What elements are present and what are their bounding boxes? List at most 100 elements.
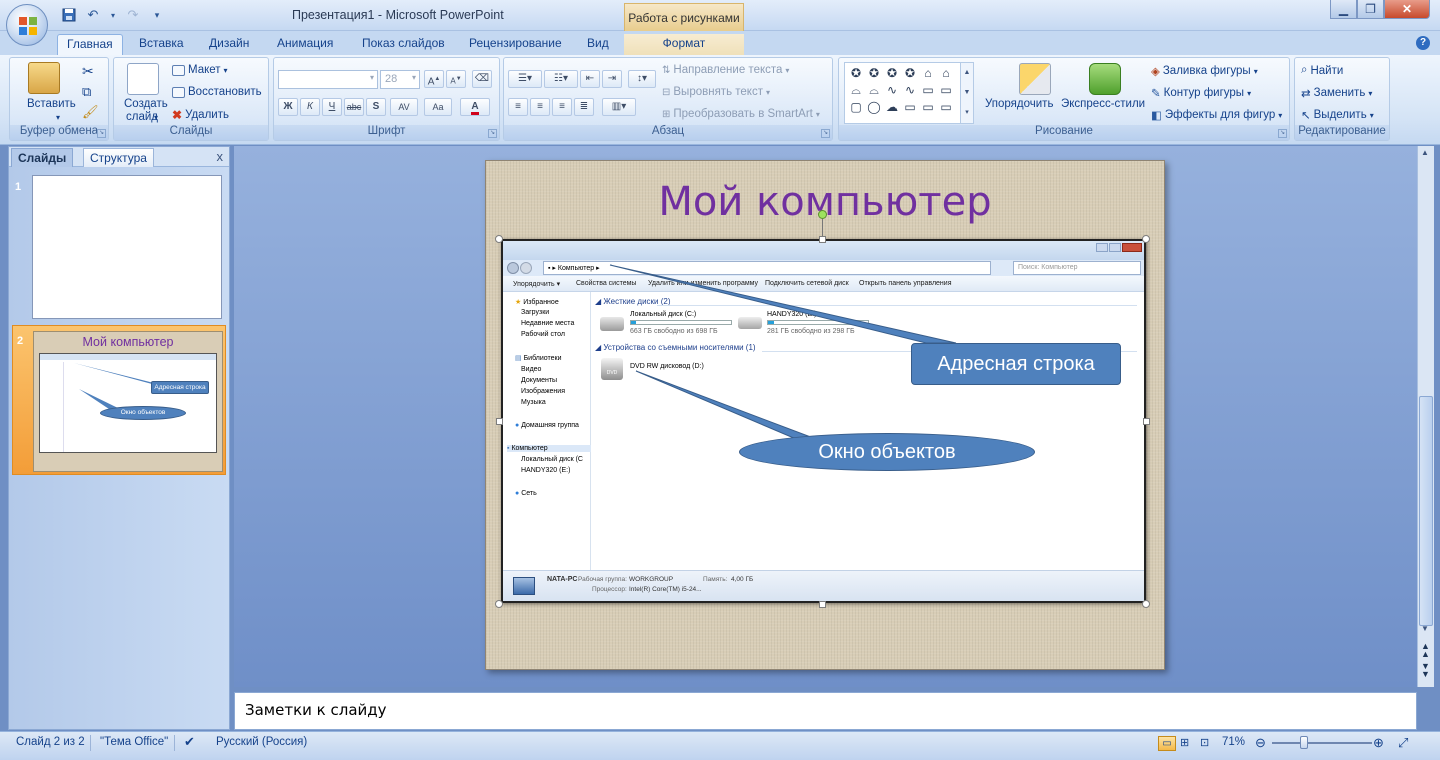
format-painter-icon[interactable]: 🖌 <box>82 104 99 120</box>
decrease-indent-icon[interactable]: ⇤ <box>580 70 600 88</box>
clipboard-launcher-icon[interactable]: ↘ <box>97 129 106 138</box>
vertical-scrollbar[interactable]: ▲ ▼ ▲ ▲ ▼ ▼ <box>1417 146 1434 687</box>
cut-icon[interactable]: ✂ <box>82 63 94 80</box>
notes-placeholder[interactable]: Заметки к слайду <box>245 701 387 719</box>
shapes-gallery[interactable]: ✪ ✪ ✪ ✪ ⌂ ⌂ ⌓ ⌓ ∿ ∿ ▭ ▭ ▢ ◯ ☁ ▭ ▭ ▭ ▲ ▼ ▾ <box>844 62 974 124</box>
tab-outline[interactable]: Структура <box>83 148 154 167</box>
paragraph-launcher-icon[interactable]: ↘ <box>821 129 830 138</box>
numbering-icon[interactable]: ☷▾ <box>544 70 578 88</box>
scroll-up-icon[interactable]: ▲ <box>1421 148 1429 157</box>
minimize-button[interactable]: ▁ <box>1330 0 1357 19</box>
callout-address-bar[interactable]: Адресная строка <box>911 343 1121 385</box>
zoom-in-icon[interactable]: ⊕ <box>1373 735 1384 751</box>
shape-scroll-icon[interactable]: ⌓ <box>865 82 883 99</box>
bullets-icon[interactable]: ☰▾ <box>508 70 542 88</box>
clear-formatting-icon[interactable]: ⌫ <box>472 70 492 88</box>
find-button[interactable]: ⌕ Найти <box>1301 64 1343 77</box>
tab-view[interactable]: Вид <box>578 34 618 56</box>
help-icon[interactable]: ? <box>1416 36 1430 50</box>
quick-styles-button[interactable]: Экспресс-стили <box>1061 98 1145 110</box>
quick-styles-icon[interactable] <box>1089 63 1121 95</box>
underline-button[interactable]: Ч <box>322 98 342 116</box>
shape-wave-icon[interactable]: ∿ <box>883 82 901 99</box>
shape-wave-icon[interactable]: ∿ <box>901 82 919 99</box>
slide-sorter-icon[interactable]: ⊞ <box>1180 736 1189 749</box>
shape-fill-button[interactable]: ◈ Заливка фигуры ▾ <box>1151 64 1258 78</box>
strikethrough-button[interactable]: abc <box>344 98 364 116</box>
justify-icon[interactable]: ≣ <box>574 98 594 116</box>
shape-callout-icon[interactable]: ▭ <box>919 82 937 99</box>
paste-dropdown-icon[interactable]: ▾ <box>56 113 60 122</box>
normal-view-icon[interactable]: ▭ <box>1158 736 1176 751</box>
new-slide-dropdown-icon[interactable]: ▾ <box>154 113 158 122</box>
shape-callout-icon[interactable]: ▭ <box>937 82 955 99</box>
scroll-down-icon[interactable]: ▼ <box>1421 624 1429 633</box>
slideshow-view-icon[interactable]: ⊡ <box>1200 736 1209 749</box>
tab-insert[interactable]: Вставка <box>130 34 193 56</box>
new-slide-icon[interactable] <box>127 63 159 95</box>
grow-font-icon[interactable]: A▲ <box>424 70 444 88</box>
callout-objects-window[interactable]: Окно объектов <box>739 433 1035 471</box>
align-text-button[interactable]: ⊟ Выровнять текст ▾ <box>662 86 770 98</box>
font-family-combo[interactable]: ▾ <box>278 70 378 89</box>
align-right-icon[interactable]: ≡ <box>552 98 572 116</box>
paste-button[interactable]: Вставить <box>27 98 76 110</box>
line-spacing-icon[interactable]: ↕▾ <box>628 70 656 88</box>
tab-slides[interactable]: Слайды <box>11 148 74 167</box>
slide-thumbnail-2-selected[interactable]: 2 Мой компьютер Адресная строка Окно объ… <box>12 325 226 475</box>
shape-callout-icon[interactable]: ▭ <box>901 99 919 116</box>
new-slide-button[interactable]: Создать <box>124 98 168 110</box>
smartart-button[interactable]: ⊞ Преобразовать в SmartArt ▾ <box>662 108 820 120</box>
shape-ribbon-icon[interactable]: ⌂ <box>937 65 955 82</box>
tab-animation[interactable]: Анимация <box>268 34 342 56</box>
shape-star-icon[interactable]: ✪ <box>865 65 883 82</box>
shapes-scroll-icon[interactable]: ▲ ▼ ▾ <box>960 63 973 123</box>
slide-canvas[interactable]: Мой компьютер ▪ ▸ Компьютер ▸ Поиск: Ком… <box>485 160 1165 670</box>
zoom-slider-knob[interactable] <box>1300 736 1308 749</box>
shape-callout-icon[interactable]: ▭ <box>937 99 955 116</box>
shrink-font-icon[interactable]: A▼ <box>446 70 466 88</box>
shape-effects-button[interactable]: ◧ Эффекты для фигур ▾ <box>1151 108 1282 122</box>
office-button[interactable] <box>6 4 48 46</box>
paste-icon[interactable] <box>28 62 60 94</box>
layout-button[interactable]: Макет ▾ <box>172 64 228 76</box>
font-size-combo[interactable]: 28 ▾ <box>380 70 420 89</box>
shape-callout-icon[interactable]: ◯ <box>865 99 883 116</box>
columns-icon[interactable]: ▥▾ <box>602 98 636 116</box>
panel-close-icon[interactable]: x <box>217 149 224 164</box>
zoom-slider[interactable] <box>1272 742 1372 744</box>
char-spacing-button[interactable]: AV <box>390 98 418 116</box>
next-slide-icon[interactable]: ▼ ▼ <box>1421 662 1430 679</box>
reset-button[interactable]: Восстановить <box>172 86 262 98</box>
font-launcher-icon[interactable]: ↘ <box>488 129 497 138</box>
text-direction-button[interactable]: ⇅ Направление текста ▾ <box>662 64 789 76</box>
shape-callout-icon[interactable]: ▢ <box>847 99 865 116</box>
close-button[interactable]: ✕ <box>1384 0 1430 19</box>
shape-star-icon[interactable]: ✪ <box>883 65 901 82</box>
shape-outline-button[interactable]: ✎ Контур фигуры ▾ <box>1151 86 1251 100</box>
align-center-icon[interactable]: ≡ <box>530 98 550 116</box>
tab-design[interactable]: Дизайн <box>200 34 258 56</box>
zoom-out-icon[interactable]: ⊖ <box>1255 735 1266 751</box>
arrange-button[interactable]: Упорядочить <box>985 98 1053 110</box>
tab-home[interactable]: Главная <box>57 34 123 56</box>
align-left-icon[interactable]: ≡ <box>508 98 528 116</box>
font-color-button[interactable]: A <box>460 98 490 116</box>
select-button[interactable]: ↖ Выделить ▾ <box>1301 108 1374 122</box>
maximize-button[interactable]: ❐ <box>1357 0 1384 19</box>
bold-button[interactable]: Ж <box>278 98 298 116</box>
tab-review[interactable]: Рецензирование <box>460 34 571 56</box>
shape-callout-icon[interactable]: ▭ <box>919 99 937 116</box>
fit-to-window-icon[interactable]: ⤢ <box>1398 735 1408 751</box>
text-shadow-button[interactable]: S <box>366 98 386 116</box>
delete-slide-button[interactable]: ✖ Удалить <box>172 108 229 122</box>
undo-icon[interactable]: ↶ <box>84 6 102 24</box>
redo-icon[interactable]: ↷ <box>124 6 142 24</box>
tab-format[interactable]: Формат <box>624 34 744 56</box>
increase-indent-icon[interactable]: ⇥ <box>602 70 622 88</box>
theme-name[interactable]: "Тема Office" <box>100 736 168 748</box>
scroll-thumb[interactable] <box>1419 396 1433 626</box>
spell-check-icon[interactable]: ✔ <box>184 734 195 750</box>
undo-dropdown-icon[interactable]: ▾ <box>108 6 118 24</box>
previous-slide-icon[interactable]: ▲ ▲ <box>1421 642 1430 659</box>
